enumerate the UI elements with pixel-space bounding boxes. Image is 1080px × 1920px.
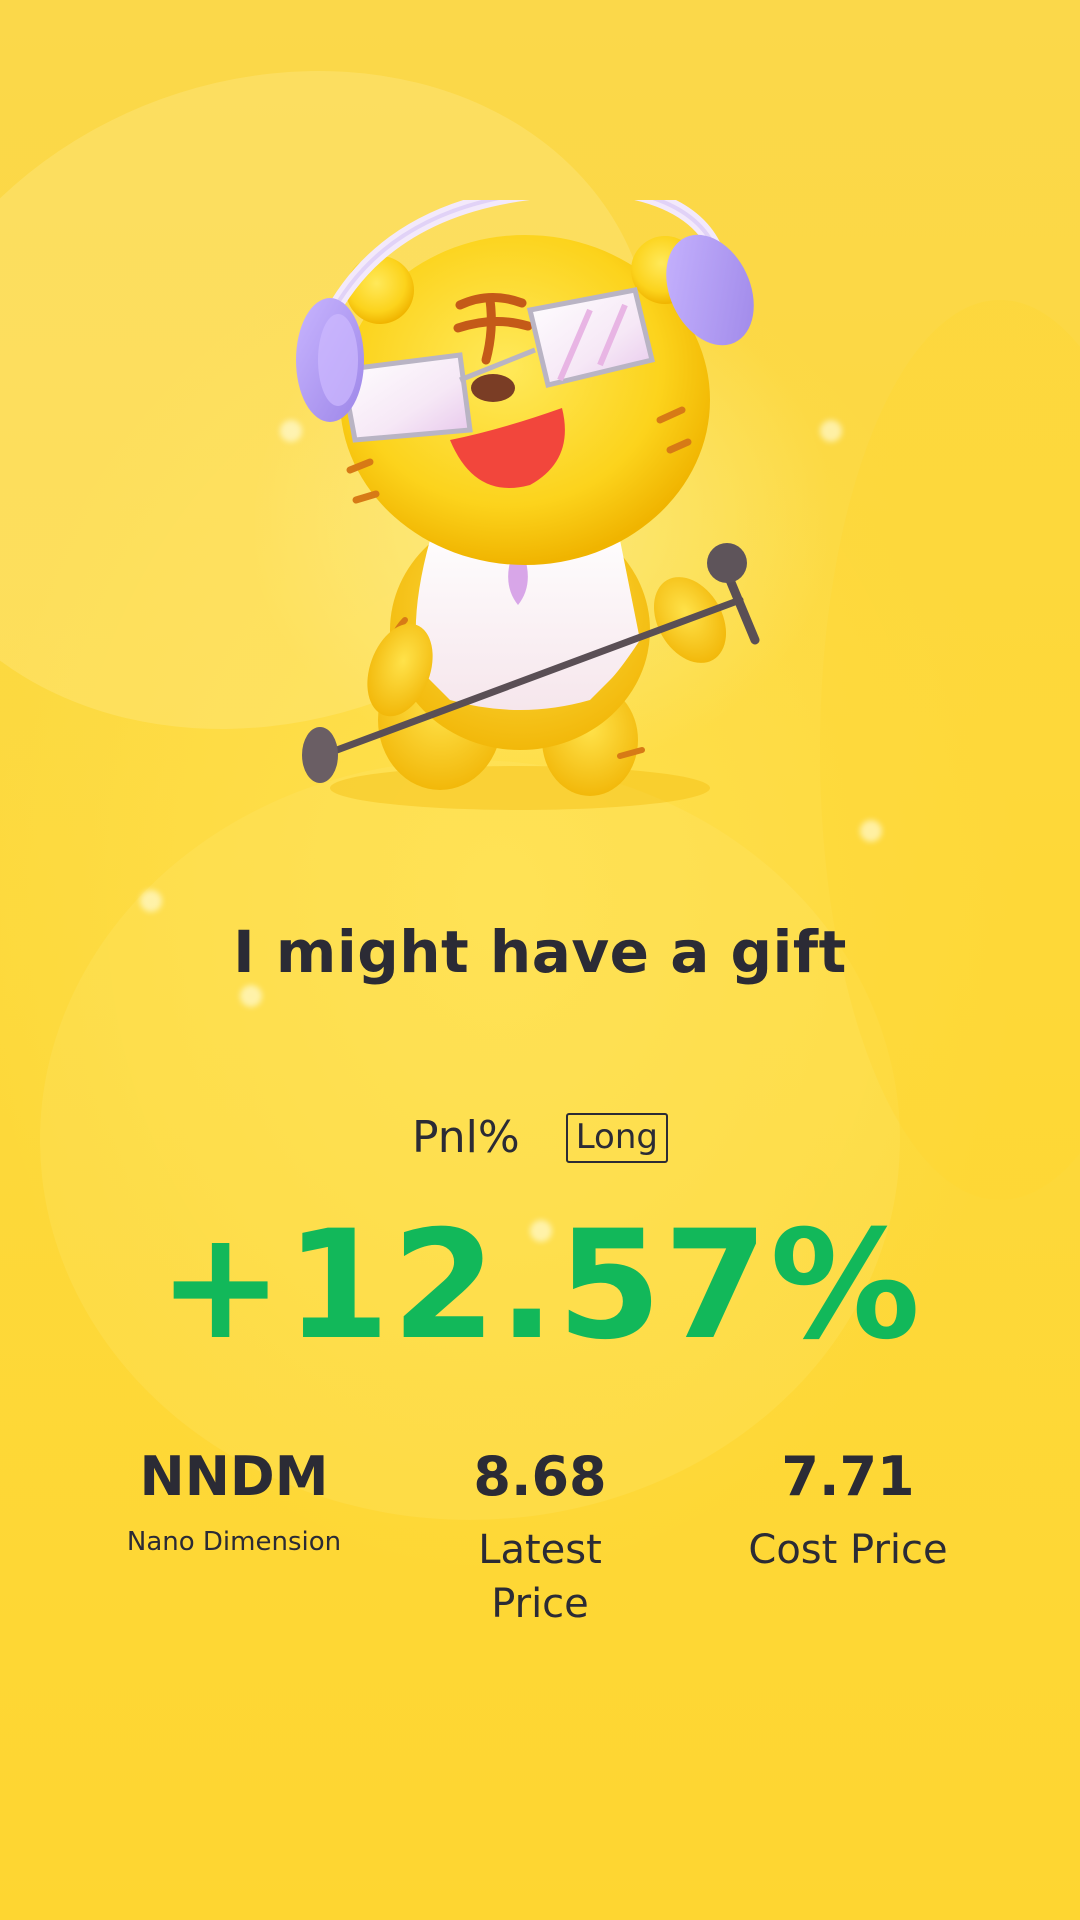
sparkle-decoration [860,820,882,842]
stat-symbol: NNDM Nano Dimension [74,1445,394,1559]
stat-latest-price: 8.68 Latest Price [380,1445,700,1631]
latest-price-label: Latest Price [478,1527,602,1627]
pnl-header: Pnl% Long [0,1112,1080,1163]
tiger-singer-mascot-icon [296,200,760,810]
sparkle-decoration [240,985,262,1007]
background-blob [820,300,1080,1200]
stat-cost-price: 7.71 Cost Price [688,1445,1008,1577]
sparkle-decoration [820,420,842,442]
share-card: I might have a gift Pnl% Long +12.57% NN… [0,0,1080,1920]
position-direction-badge: Long [565,1112,668,1163]
cost-price-value: 7.71 [781,1445,915,1508]
pnl-percent-value: +12.57% [157,1199,923,1373]
share-headline: I might have a gift [233,918,847,986]
company-name: Nano Dimension [126,1527,342,1557]
latest-price-value: 8.68 [473,1445,607,1508]
sparkle-decoration [140,890,162,912]
cost-price-label: Cost Price [748,1527,948,1573]
stock-symbol: NNDM [139,1445,329,1508]
pnl-label: Pnl% [412,1112,520,1163]
position-stats: NNDM Nano Dimension 8.68 Latest Price 7.… [0,1445,1080,1665]
